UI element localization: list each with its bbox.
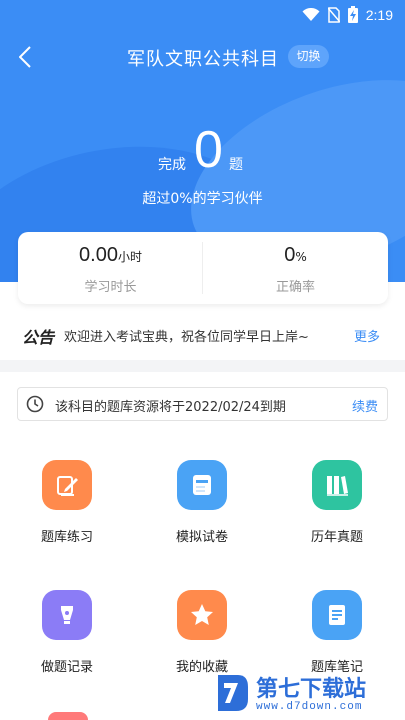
watermark-title: 第七下载站 <box>256 677 367 702</box>
grid-item-practice[interactable]: 题库练习 <box>12 460 122 560</box>
no-sim-icon <box>327 6 340 23</box>
watermark: 第七下载站 www.d7down.com <box>214 671 404 717</box>
accuracy-label: 正确率 <box>275 280 315 295</box>
done-label: 完成 <box>158 157 186 173</box>
study-time-stat[interactable]: 0.00小时 学习时长 <box>18 232 203 304</box>
grid-item-mock-exam[interactable]: 模拟试卷 <box>147 460 257 560</box>
stats-card: 0.00小时 学习时长 0% 正确率 <box>18 232 388 304</box>
grid-item-records[interactable]: 做题记录 <box>12 590 122 690</box>
notice-tag: 公告 <box>22 328 55 347</box>
d7-logo-icon <box>218 675 248 711</box>
status-time: 2:19 <box>365 6 393 23</box>
done-count: 0 <box>194 121 223 179</box>
accuracy-value: 0 <box>284 244 296 266</box>
back-button[interactable] <box>14 44 36 70</box>
notice-bar: 公告 欢迎进入考试宝典，祝各位同学早日上岸~ 更多 <box>0 318 405 354</box>
grid-label: 模拟试卷 <box>175 530 228 545</box>
page-title: 军队文职公共科目 <box>127 49 279 70</box>
notice-text[interactable]: 欢迎进入考试宝典，祝各位同学早日上岸~ <box>64 326 309 345</box>
battery-charging-icon <box>347 6 358 23</box>
fountain-pen-icon <box>42 590 92 640</box>
expiry-banner: 该科目的题库资源将于2022/02/24到期 续费 <box>17 387 388 421</box>
notes-icon <box>312 590 362 640</box>
chevron-left-icon <box>19 46 31 68</box>
grid-label: 做题记录 <box>40 660 93 675</box>
notice-more-link[interactable]: 更多 <box>354 326 380 345</box>
wifi-icon <box>302 7 320 21</box>
grid-label: 历年真题 <box>310 530 363 545</box>
study-time-value: 0.00 <box>79 244 118 266</box>
books-icon <box>312 460 362 510</box>
star-icon <box>177 590 227 640</box>
done-unit: 题 <box>229 157 243 173</box>
accuracy-stat[interactable]: 0% 正确率 <box>203 232 388 304</box>
accuracy-unit: % <box>295 250 307 264</box>
test-paper-icon <box>177 460 227 510</box>
beat-percent-text: 超过0%的学习伙伴 <box>142 191 263 207</box>
grid-label: 题库练习 <box>40 530 93 545</box>
expiry-text: 该科目的题库资源将于2022/02/24到期 <box>55 400 286 415</box>
next-row-icon[interactable] <box>48 712 88 720</box>
grid-item-past-papers[interactable]: 历年真题 <box>282 460 392 560</box>
renew-link[interactable]: 续费 <box>352 396 378 415</box>
watermark-url: www.d7down.com <box>256 701 363 713</box>
study-time-unit: 小时 <box>117 250 142 264</box>
progress-summary: 完成 0 题 超过0%的学习伙伴 <box>0 118 405 207</box>
study-time-label: 学习时长 <box>84 280 137 295</box>
section-divider <box>0 360 405 372</box>
clock-icon <box>26 395 44 413</box>
top-nav: 军队文职公共科目 切换 <box>0 36 405 78</box>
status-bar: 2:19 <box>0 0 405 32</box>
pen-paper-icon <box>42 460 92 510</box>
switch-subject-button[interactable]: 切换 <box>288 45 329 68</box>
